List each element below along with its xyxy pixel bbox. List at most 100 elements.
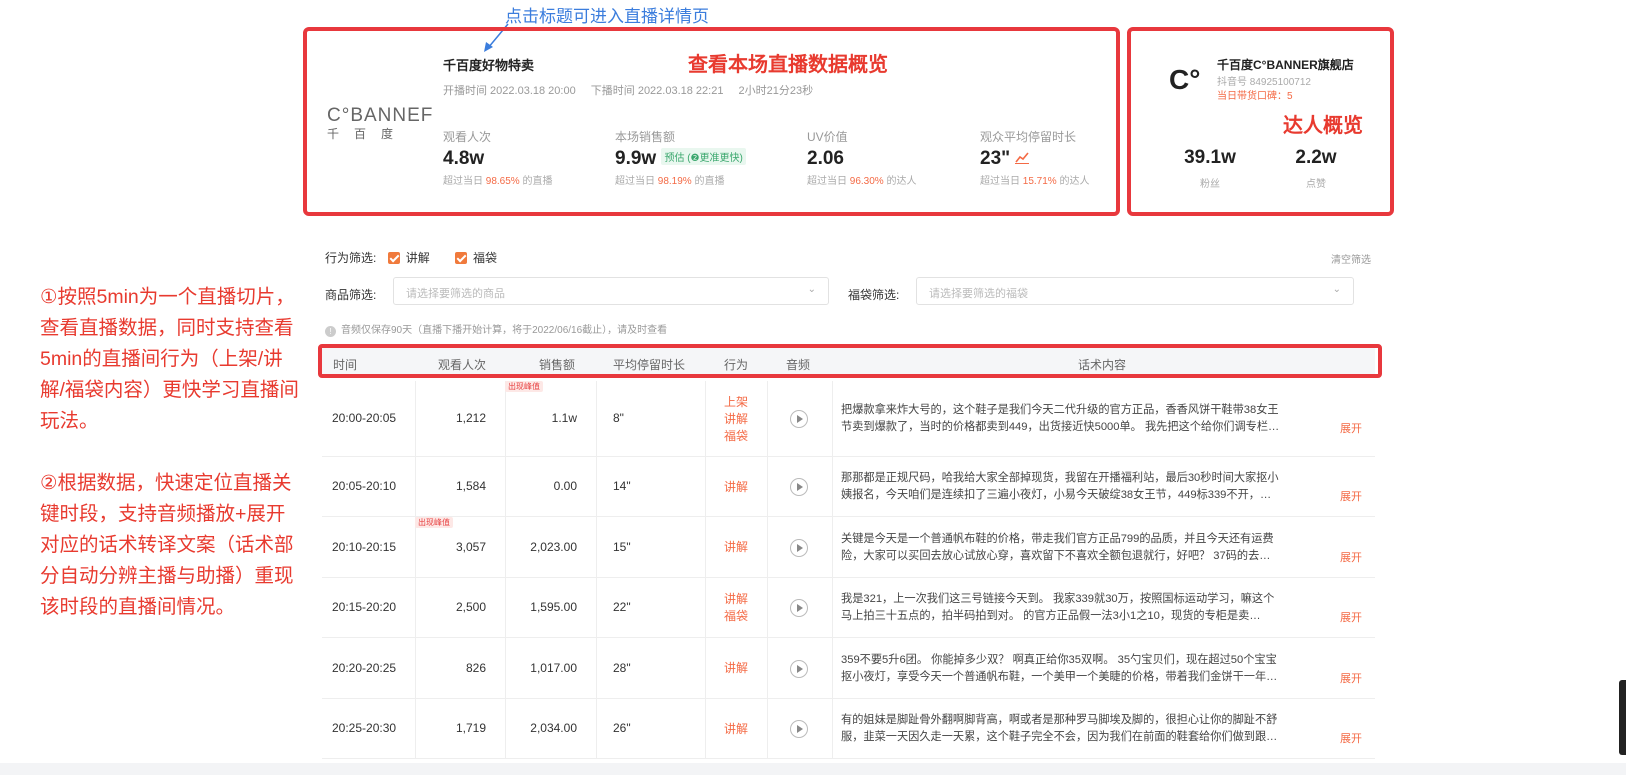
cell-actions: 讲解	[724, 479, 748, 496]
action-tag: 讲解	[724, 411, 749, 426]
cell-time: 20:20-20:25	[332, 660, 397, 675]
cell-views: 826	[465, 660, 486, 675]
column-divider	[415, 578, 416, 638]
table-row: 20:05-20:10 1,584 0.00 14" 讲解 那那都是正规尺码，哈我给大家全…	[322, 457, 1375, 517]
column-divider	[505, 457, 506, 517]
action-tag: 讲解	[724, 721, 749, 736]
cell-time: 20:00-20:05	[332, 411, 397, 425]
cell-actions: 上架 讲解 福袋	[724, 394, 748, 445]
action-tag: 福袋	[724, 609, 749, 623]
column-divider	[705, 381, 706, 457]
play-audio-icon[interactable]	[790, 599, 808, 617]
estimate-tag[interactable]: 预估 (❷更准更快)	[661, 148, 746, 165]
expand-link[interactable]: 展开	[1340, 670, 1362, 686]
metric-avg-stay: 观众平均停留时长 23" 超过当日 15.71% 的达人	[980, 130, 1090, 187]
expand-link[interactable]: 展开	[1340, 730, 1362, 746]
info-icon: !	[325, 326, 336, 337]
column-divider	[705, 457, 706, 517]
checkbox-bag[interactable]	[455, 252, 468, 264]
script-text: 把爆款拿来炸大号的，这个鞋子是我们今天二代升级的官方正品，香香风饼干鞋带38女王…	[841, 404, 1280, 433]
script-text: 359不要5升6团。 你能掉多少双？ 啊真正给你35双啊。 35勺宝贝们，现在超…	[841, 653, 1278, 683]
cell-time: 20:05-20:10	[332, 479, 397, 493]
cell-stay: 22"	[613, 600, 631, 614]
chevron-down-icon: ⌄	[1332, 284, 1341, 295]
cell-time: 20:10-20:15	[332, 539, 397, 554]
column-divider	[505, 638, 506, 699]
cell-actions: 讲解	[724, 721, 748, 738]
column-divider	[505, 381, 506, 457]
cell-actions: 讲解	[724, 539, 748, 556]
column-divider	[705, 638, 706, 699]
cell-sales: 0.00	[553, 479, 577, 493]
likes-label: 点赞	[1306, 179, 1326, 190]
audio-notice: ! 音频仅保存90天（直播下播开始计算，将于2022/06/16截止），请及时查看	[325, 321, 667, 337]
column-divider	[832, 578, 833, 638]
scrollbar[interactable]	[1619, 680, 1626, 755]
action-tag: 福袋	[724, 428, 749, 443]
product-select[interactable]: 请选择要筛选的商品 ⌄	[393, 277, 829, 305]
cell-views: 1,719	[455, 721, 486, 735]
live-logo: C°BANNEF 千百度	[327, 105, 434, 141]
column-divider	[415, 699, 416, 759]
expand-link[interactable]: 展开	[1340, 609, 1362, 625]
cell-sales: 2,034.00	[530, 721, 577, 735]
play-audio-icon[interactable]	[790, 478, 808, 496]
column-divider	[505, 578, 506, 638]
play-audio-icon[interactable]	[790, 538, 808, 557]
cell-actions: 讲解	[724, 660, 748, 677]
streamer-id: 抖音号 84925100712	[1217, 77, 1311, 88]
column-divider	[596, 699, 597, 759]
play-audio-icon[interactable]	[790, 659, 808, 678]
streamer-avatar[interactable]: C°	[1169, 64, 1200, 96]
peak-badge: 出现峰值	[505, 381, 543, 392]
column-divider	[505, 699, 506, 759]
column-divider	[596, 457, 597, 517]
column-divider	[705, 699, 706, 759]
bag-select[interactable]: 请选择要筛选的福袋 ⌄	[916, 277, 1354, 305]
script-text: 那那都是正规尺码，哈我给大家全部掉现货，我留在开播福利站，最后30秒时间大家抠小…	[841, 472, 1279, 501]
trend-chart-icon[interactable]	[1015, 151, 1030, 164]
column-divider	[415, 638, 416, 699]
column-divider	[596, 578, 597, 638]
column-divider	[596, 517, 597, 578]
column-divider	[767, 638, 768, 699]
script-text: 关键是今天是一个普通帆布鞋的价格，带走我们官方正品799的品质，并且今天还有运费…	[841, 532, 1274, 562]
column-divider	[767, 457, 768, 517]
column-divider	[767, 381, 768, 457]
action-tag: 讲解	[724, 661, 749, 675]
cell-views: 3,057	[455, 539, 486, 554]
script-text: 我是321，上一次我们这三号链接今天到。 我家339就30万，按照国标运动学习，…	[841, 593, 1275, 622]
column-divider	[505, 517, 506, 578]
live-times: 开播时间 2022.03.18 20:00 下播时间 2022.03.18 22…	[443, 82, 825, 98]
column-divider	[596, 638, 597, 699]
cell-sales: 1,595.00	[530, 600, 577, 614]
streamer-rating: 当日带货口碑：5	[1217, 91, 1293, 102]
expand-link[interactable]: 展开	[1340, 420, 1362, 436]
action-tag: 上架	[724, 394, 749, 409]
streamer-name[interactable]: 千百度C°BANNER旗舰店	[1217, 56, 1354, 73]
metric-uv-value: UV价值 2.06 超过当日 96.30% 的达人	[807, 130, 917, 187]
column-divider	[767, 517, 768, 578]
cell-views: 1,212	[455, 411, 486, 425]
likes-count: 2.2w	[1295, 147, 1337, 168]
column-divider	[596, 381, 597, 457]
column-divider	[705, 517, 706, 578]
expand-link[interactable]: 展开	[1340, 488, 1362, 504]
metric-views: 观看人次 4.8w 超过当日 98.65% 的直播	[443, 130, 553, 187]
clear-filters-button[interactable]: 清空筛选	[1331, 251, 1371, 266]
cell-stay: 8"	[613, 411, 624, 425]
live-duration: 2小时21分23秒	[738, 85, 814, 97]
play-audio-icon[interactable]	[790, 720, 808, 738]
expand-link[interactable]: 展开	[1340, 549, 1362, 565]
column-divider	[415, 381, 416, 457]
checkbox-explain[interactable]	[387, 252, 400, 264]
bottom-bar	[0, 763, 1626, 775]
product-filter-label: 商品筛选:	[325, 288, 377, 302]
behavior-filter: 行为筛选: 讲解 福袋	[325, 251, 498, 265]
peak-badge: 出现峰值	[415, 517, 453, 528]
table-row: 20:10-20:15 3,057 2,023.00 15" 讲解 关键是今天是一个普通帆…	[322, 517, 1375, 578]
live-title-link[interactable]: 千百度好物特卖	[443, 55, 534, 74]
column-divider	[832, 638, 833, 699]
play-audio-icon[interactable]	[790, 410, 808, 428]
fans-count: 39.1w	[1184, 147, 1236, 168]
